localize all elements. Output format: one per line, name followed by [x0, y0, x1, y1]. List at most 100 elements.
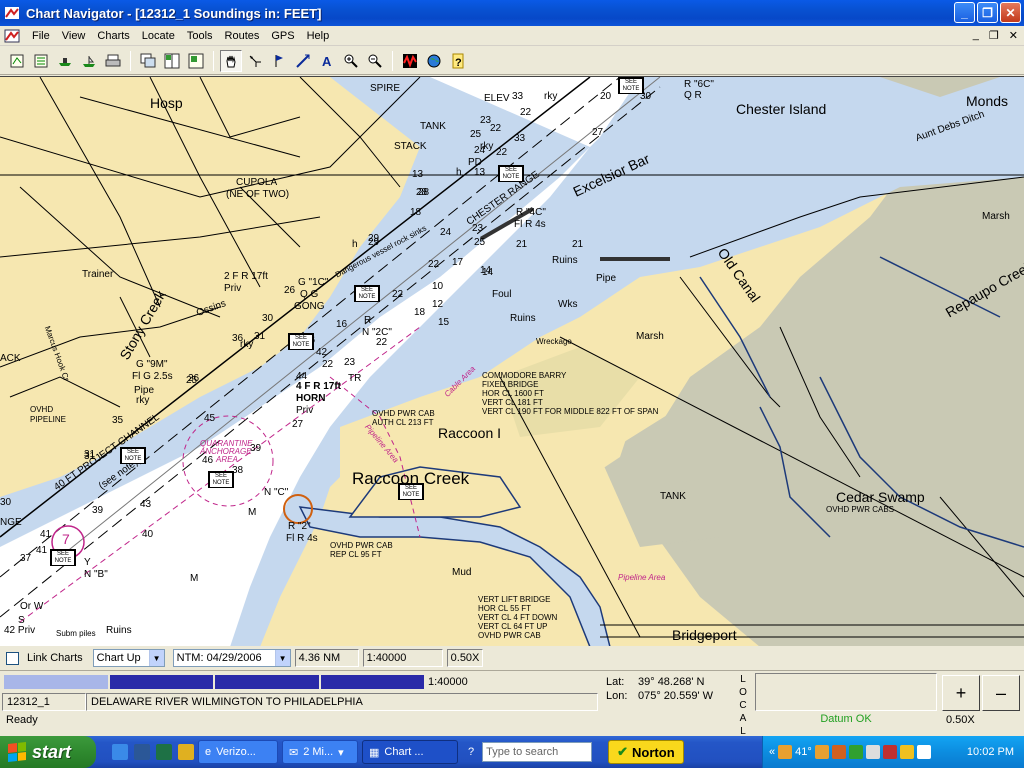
hand-pan-icon[interactable] [220, 49, 242, 72]
search-input[interactable]: Type to search [482, 742, 593, 762]
chevron-down-icon[interactable]: ▼ [274, 650, 290, 666]
menu-charts[interactable]: Charts [91, 30, 135, 42]
info-panel: 1:40000 12312_1 DELAWARE RIVER WILMINGTO… [0, 670, 1024, 737]
internet-explorer-icon: e [205, 746, 212, 758]
menu-help[interactable]: Help [301, 30, 336, 42]
see-note-icon[interactable]: SEE NOTE [398, 483, 424, 500]
chart-label: HORN [296, 393, 326, 404]
internet-explorer-icon[interactable] [112, 744, 128, 760]
mdi-minimize-button[interactable]: _ [973, 29, 979, 42]
see-note-icon[interactable]: SEE NOTE [120, 447, 146, 464]
route-select-icon[interactable] [244, 50, 266, 72]
print-icon[interactable] [102, 50, 124, 72]
task-mail[interactable]: ✉ 2 Mi... ▾ [282, 740, 358, 764]
chart-label: TANK [660, 491, 686, 502]
help-icon[interactable]: ? [447, 50, 469, 72]
zoom-out-button[interactable]: – [982, 675, 1020, 711]
chevron-left-icon[interactable]: « [769, 746, 775, 758]
chart-label: Priv [224, 283, 242, 294]
chart-label: NGE [0, 517, 22, 528]
mdi-restore-button[interactable]: ❐ [989, 29, 999, 42]
chart-overview-icon[interactable] [185, 50, 207, 72]
minimize-button[interactable]: _ [954, 2, 975, 23]
task-verizon[interactable]: e Verizo... [198, 740, 278, 764]
mail-icon: ✉ [289, 746, 299, 759]
menu-view[interactable]: View [56, 30, 92, 42]
text-annotate-icon[interactable]: A [316, 50, 338, 72]
tray-app-icon[interactable] [778, 745, 793, 759]
temperature[interactable]: 41° [795, 746, 812, 758]
chart-label: 42 Priv [4, 625, 36, 636]
chart-label: Wks [558, 299, 578, 310]
menu-tools[interactable]: Tools [181, 30, 219, 42]
tray-app-icon[interactable] [848, 745, 863, 759]
warning-icon[interactable] [899, 745, 914, 759]
measure-line-icon[interactable] [292, 50, 314, 72]
app-icon[interactable] [178, 744, 194, 760]
zoom-out-icon[interactable] [364, 50, 386, 72]
excel-icon[interactable] [156, 744, 172, 760]
chart-label: FIXED BRIDGE [482, 380, 539, 389]
maximize-button[interactable]: ❐ [977, 2, 998, 23]
tide-graph-icon[interactable] [399, 50, 421, 72]
window-cascade-icon[interactable] [137, 50, 159, 72]
globe-icon[interactable] [423, 50, 445, 72]
chart-label: OVHD [30, 405, 54, 414]
ntm-date-select[interactable]: NTM: 04/29/2006 ▼ [172, 649, 291, 667]
ship-icon[interactable] [78, 50, 100, 72]
close-button[interactable]: ✕ [1000, 2, 1021, 23]
chart-label: R "4C" [516, 207, 546, 218]
boat-icon[interactable] [54, 50, 76, 72]
see-note-icon[interactable]: SEE NOTE [208, 471, 234, 488]
start-button[interactable]: start [0, 736, 96, 768]
norton-button[interactable]: ✔ Norton [608, 740, 684, 764]
sounding: 33 [512, 91, 524, 102]
link-charts-checkbox[interactable] [6, 651, 19, 665]
tray-app-icon[interactable] [916, 745, 931, 759]
see-note-icon[interactable]: SEE NOTE [50, 549, 76, 566]
window-tile-icon[interactable] [161, 50, 183, 72]
tray-app-icon[interactable] [882, 745, 897, 759]
chevron-down-icon[interactable]: ▼ [148, 650, 164, 666]
help-icon[interactable]: ? [468, 746, 474, 758]
range-readout: 4.36 NM [294, 649, 359, 667]
orientation-select[interactable]: Chart Up ▼ [92, 649, 165, 667]
nautical-chart-view[interactable]: Chester Island Monds Aunt Debs Ditch Mar… [0, 76, 1024, 646]
chart-name: DELAWARE RIVER WILMINGTON TO PHILADELPHI… [86, 693, 598, 711]
menu-locate[interactable]: Locate [136, 30, 181, 42]
chart-label: OVHD PWR CAB [478, 631, 541, 640]
sounding: 23 [344, 357, 356, 368]
clock[interactable]: 10:02 PM [967, 746, 1014, 758]
chart-label: COMMODORE BARRY [482, 371, 567, 380]
chart-label: Wreckage [536, 337, 572, 346]
tray-app-icon[interactable] [814, 745, 829, 759]
open-chart-icon[interactable] [6, 50, 28, 72]
title-bar[interactable]: Chart Navigator - [12312_1 Soundings in:… [0, 0, 1024, 26]
see-note-icon[interactable]: SEE NOTE [618, 77, 644, 94]
mdi-close-button[interactable]: ✕ [1009, 29, 1018, 42]
menu-gps[interactable]: GPS [265, 30, 300, 42]
cursor-position: Lat: 39° 48.268' N Lon: 075° 20.559' W [606, 676, 713, 702]
see-note-icon[interactable]: SEE NOTE [498, 165, 524, 182]
see-note-icon[interactable]: SEE NOTE [354, 285, 380, 302]
chart-label: Pipe [596, 273, 617, 284]
sounding: 22 [392, 289, 404, 300]
tray-app-icon[interactable] [865, 745, 880, 759]
menu-file[interactable]: File [26, 30, 56, 42]
word-icon[interactable] [134, 744, 150, 760]
chart-label: h [456, 167, 462, 178]
zoom-in-icon[interactable] [340, 50, 362, 72]
waypoint-flag-icon[interactable] [268, 50, 290, 72]
chart-label: Or W [20, 601, 44, 612]
zoom-in-button[interactable]: + [942, 675, 980, 711]
see-note-icon[interactable]: SEE NOTE [288, 333, 314, 350]
sounding: 16 [336, 319, 348, 330]
chart-list-icon[interactable] [30, 50, 52, 72]
menu-routes[interactable]: Routes [219, 30, 266, 42]
document-icon[interactable] [4, 29, 20, 43]
chart-label: Bridgeport [672, 627, 737, 643]
chart-label: Raccoon I [438, 425, 502, 441]
task-chart-navigator[interactable]: ▦ Chart ... [362, 740, 458, 764]
tray-app-icon[interactable] [831, 745, 846, 759]
sounding: 39 [250, 443, 262, 454]
